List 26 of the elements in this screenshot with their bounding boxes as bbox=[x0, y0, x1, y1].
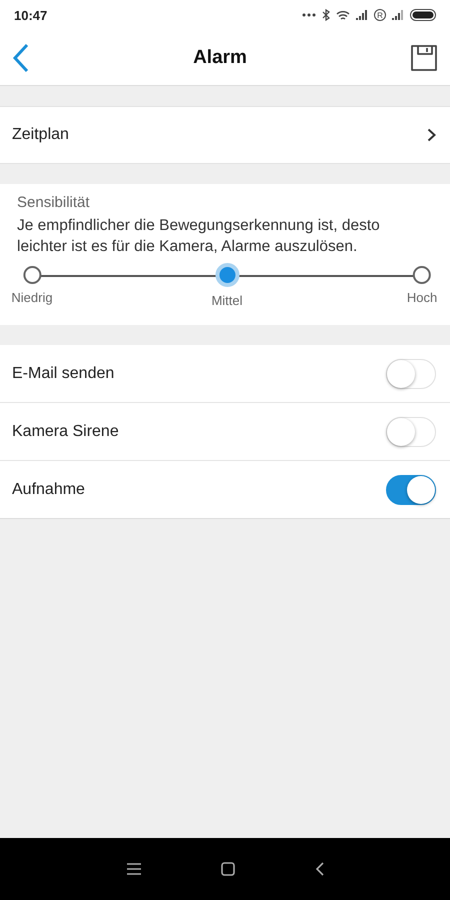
slider-stop[interactable] bbox=[413, 266, 431, 284]
menu-icon[interactable] bbox=[126, 863, 140, 875]
more-icon bbox=[302, 13, 316, 17]
stop-label: Mittel bbox=[211, 293, 243, 308]
signal-icon bbox=[356, 10, 368, 20]
section-description: Je empfindlicher die Bewegungserkennung ist, desto leichter ist es für die Kamera, Alarme auszulösen. bbox=[16, 216, 381, 257]
signal-icon bbox=[392, 10, 404, 20]
home-icon[interactable] bbox=[220, 862, 234, 876]
stop-label: Niedrig bbox=[11, 290, 53, 305]
wifi-icon bbox=[336, 10, 350, 20]
setting-label: E-Mail senden bbox=[12, 364, 114, 382]
roaming-icon: R bbox=[374, 9, 386, 21]
schedule-row[interactable]: Zeitplan bbox=[0, 106, 450, 164]
bluetooth-icon bbox=[322, 9, 330, 21]
stop-label: Hoch bbox=[406, 290, 438, 305]
status-time: 10:47 bbox=[14, 8, 48, 22]
chevron-icon bbox=[427, 128, 436, 142]
back-icon[interactable] bbox=[314, 862, 324, 876]
setting-label: Kamera Sirene bbox=[12, 422, 119, 440]
save-icon[interactable] bbox=[410, 44, 438, 72]
battery-icon bbox=[410, 9, 436, 21]
section-title: Sensibilität bbox=[16, 194, 91, 211]
toggle-switch[interactable] bbox=[386, 474, 436, 504]
setting-label: Aufnahme bbox=[12, 480, 85, 498]
slider-stop[interactable] bbox=[23, 266, 41, 284]
page-title: Alarm bbox=[193, 46, 247, 68]
